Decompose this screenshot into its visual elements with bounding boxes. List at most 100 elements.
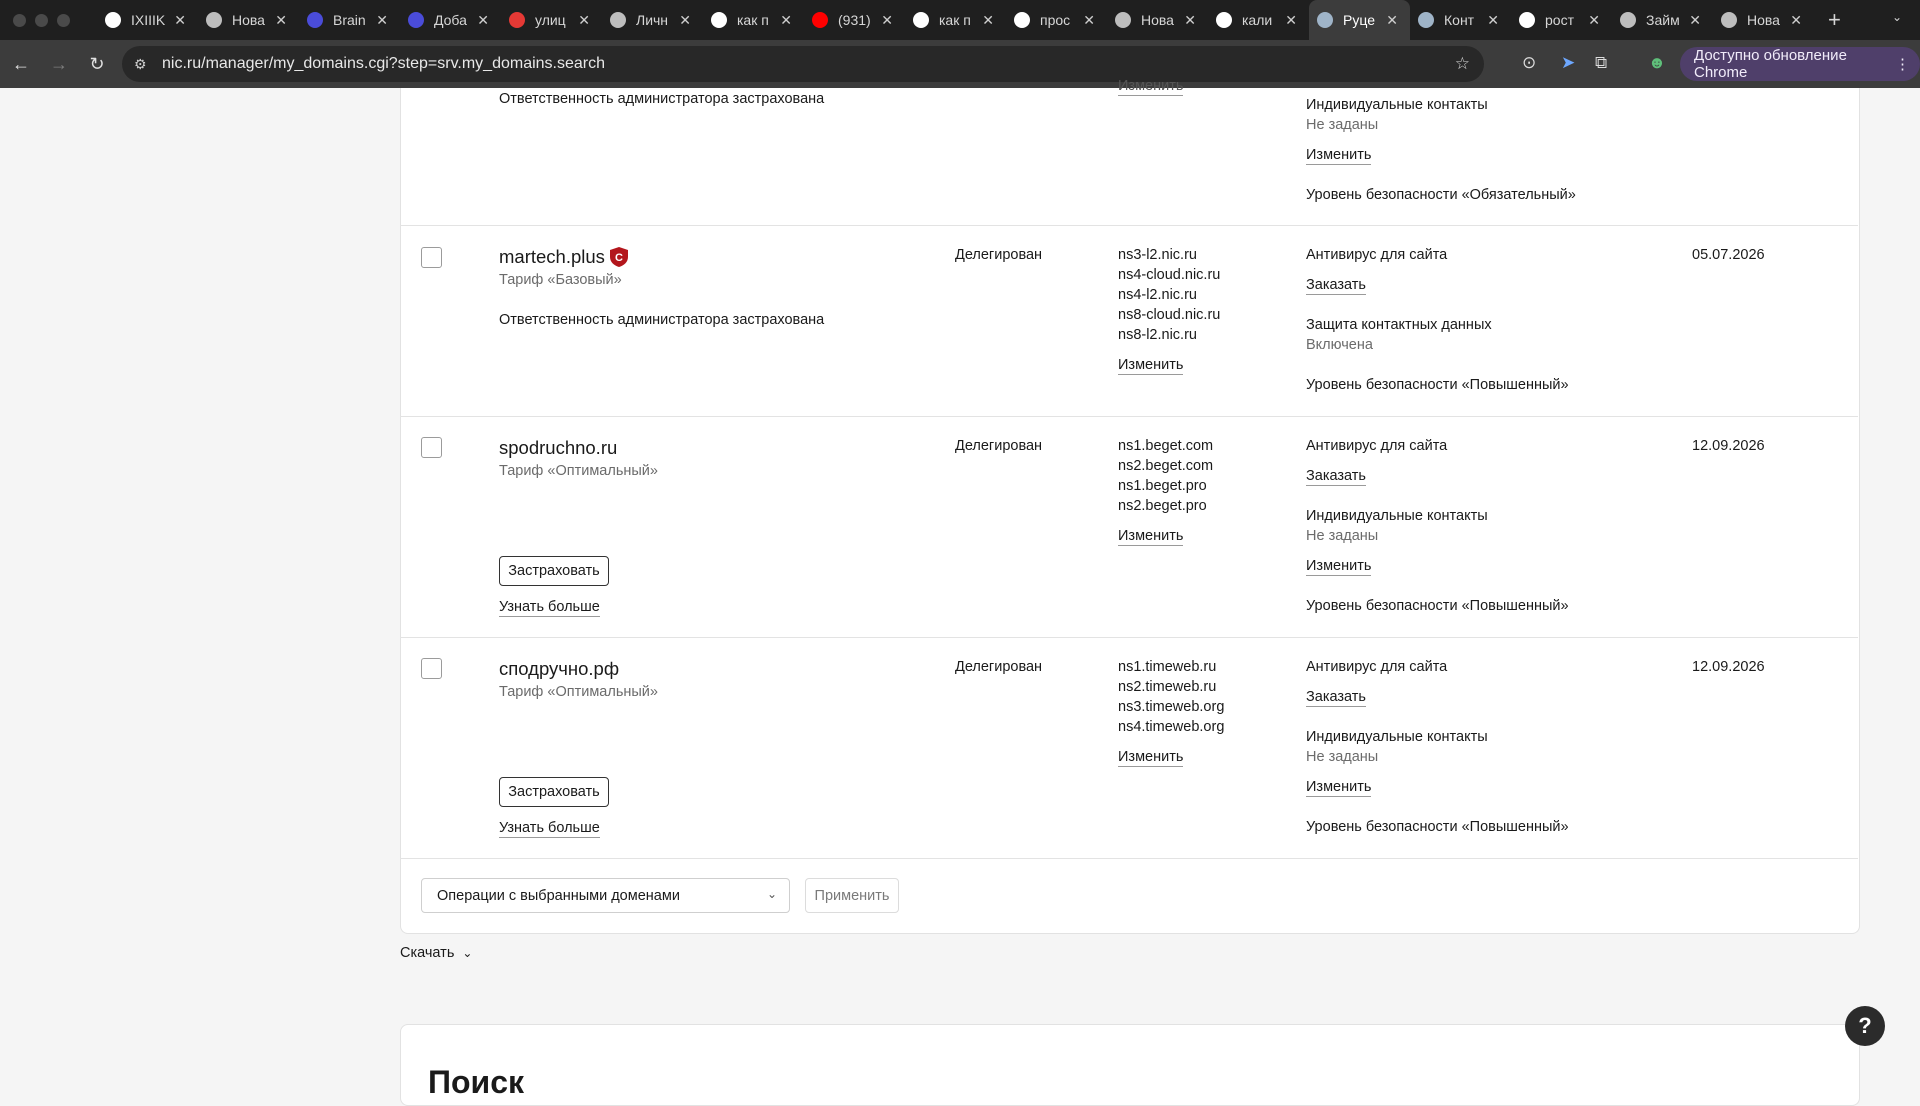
download-dropdown[interactable]: Скачать ⌄ bbox=[400, 945, 472, 961]
tab-title: Займ bbox=[1646, 12, 1680, 28]
contacts-change-link[interactable]: Изменить bbox=[1306, 558, 1372, 576]
close-tab-icon[interactable]: ✕ bbox=[1790, 12, 1802, 29]
browser-tab[interactable]: прос ✕ bbox=[1006, 0, 1107, 40]
row-divider bbox=[400, 858, 1858, 859]
learn-more-link[interactable]: Узнать больше bbox=[499, 599, 600, 617]
browser-tab[interactable]: Руце ✕ bbox=[1309, 0, 1410, 40]
browser-tab[interactable]: Нова ✕ bbox=[1107, 0, 1208, 40]
svg-text:C: C bbox=[615, 252, 623, 264]
apply-button[interactable]: Применить bbox=[805, 878, 899, 913]
domain-checkbox[interactable] bbox=[421, 437, 442, 458]
bulk-operations-select[interactable]: Операции с выбранными доменами ⌄ bbox=[421, 878, 790, 913]
cursor-extension-icon[interactable]: ➤ bbox=[1561, 53, 1575, 73]
tab-title: Нова bbox=[1141, 12, 1174, 28]
browser-tab[interactable]: Нова ✕ bbox=[198, 0, 299, 40]
browser-tab[interactable]: Доба ✕ bbox=[400, 0, 501, 40]
close-tab-icon[interactable]: ✕ bbox=[1386, 12, 1398, 29]
google-icon bbox=[1519, 12, 1535, 28]
close-tab-icon[interactable]: ✕ bbox=[1083, 12, 1095, 29]
minimize-window-button[interactable] bbox=[35, 13, 48, 27]
browser-tab[interactable]: как п ✕ bbox=[703, 0, 804, 40]
close-tab-icon[interactable]: ✕ bbox=[376, 12, 388, 29]
globe-icon bbox=[1620, 12, 1636, 28]
tab-strip: IXIIIK ✕ Нова ✕ Brain ✕ Доба ✕ улиц ✕ Личн ✕ как п ✕(… bbox=[0, 0, 1920, 40]
close-tab-icon[interactable]: ✕ bbox=[174, 12, 186, 29]
tab-search-chevron-icon[interactable]: ⌄ bbox=[1892, 10, 1902, 24]
contacts-label: Индивидуальные контакты bbox=[1306, 729, 1488, 745]
browser-tab[interactable]: Brain ✕ bbox=[299, 0, 400, 40]
domain-checkbox[interactable] bbox=[421, 247, 442, 268]
domain-checkbox[interactable] bbox=[421, 658, 442, 679]
maximize-window-button[interactable] bbox=[57, 13, 70, 27]
close-tab-icon[interactable]: ✕ bbox=[578, 12, 590, 29]
expiry-date: 05.07.2026 bbox=[1692, 247, 1765, 263]
browser-tab[interactable]: улиц ✕ bbox=[501, 0, 602, 40]
browser-tab[interactable]: Нова ✕ bbox=[1713, 0, 1814, 40]
domain-name[interactable]: martech.plus bbox=[499, 246, 605, 268]
close-tab-icon[interactable]: ✕ bbox=[1487, 12, 1499, 29]
ns-change-link[interactable]: Изменить bbox=[1118, 357, 1184, 375]
domain-name[interactable]: сподручно.рф bbox=[499, 658, 619, 680]
search-section-card bbox=[400, 1024, 1860, 1106]
chatgpt-icon bbox=[1115, 12, 1131, 28]
close-tab-icon[interactable]: ✕ bbox=[982, 12, 994, 29]
google-icon bbox=[1014, 12, 1030, 28]
browser-tab[interactable]: Личн ✕ bbox=[602, 0, 703, 40]
tab-title: как п bbox=[939, 12, 971, 28]
antivirus-order-link[interactable]: Заказать bbox=[1306, 689, 1366, 707]
url-text[interactable]: nic.ru/manager/my_domains.cgi?step=srv.m… bbox=[162, 55, 605, 73]
contacts-change-link[interactable]: Изменить bbox=[1306, 779, 1372, 797]
browser-tab[interactable]: (931) ✕ bbox=[804, 0, 905, 40]
brain-app-icon bbox=[408, 12, 424, 28]
google-icon bbox=[913, 12, 929, 28]
close-tab-icon[interactable]: ✕ bbox=[1184, 12, 1196, 29]
browser-tab[interactable]: IXIIIK ✕ bbox=[97, 0, 198, 40]
forward-button[interactable]: → bbox=[42, 47, 76, 81]
google-icon bbox=[1216, 12, 1232, 28]
download-label: Скачать bbox=[400, 945, 455, 961]
domain-name[interactable]: spodruchno.ru bbox=[499, 437, 617, 459]
tab-title: рост bbox=[1545, 12, 1574, 28]
antivirus-order-link[interactable]: Заказать bbox=[1306, 277, 1366, 295]
antivirus-order-link[interactable]: Заказать bbox=[1306, 468, 1366, 486]
close-tab-icon[interactable]: ✕ bbox=[1689, 12, 1701, 29]
ns-change-link[interactable]: Изменить bbox=[1118, 749, 1184, 767]
close-tab-icon[interactable]: ✕ bbox=[881, 12, 893, 29]
help-button[interactable]: ? bbox=[1845, 1006, 1885, 1046]
reload-button[interactable]: ↻ bbox=[80, 47, 114, 81]
back-button[interactable]: ← bbox=[4, 47, 38, 81]
ns-change-link-partial[interactable]: Изменить bbox=[1118, 78, 1184, 96]
close-tab-icon[interactable]: ✕ bbox=[275, 12, 287, 29]
close-tab-icon[interactable]: ✕ bbox=[1285, 12, 1297, 29]
ns-server: ns1.beget.com bbox=[1118, 438, 1214, 454]
extensions-puzzle-icon[interactable]: ⧉ bbox=[1595, 53, 1607, 73]
learn-more-link[interactable]: Узнать больше bbox=[499, 820, 600, 838]
browser-tab[interactable]: кали ✕ bbox=[1208, 0, 1309, 40]
search-section-heading: Поиск bbox=[428, 1064, 525, 1100]
site-info-icon[interactable]: ⚙ bbox=[134, 56, 152, 73]
close-tab-icon[interactable]: ✕ bbox=[780, 12, 792, 29]
insure-button[interactable]: Застраховать bbox=[499, 777, 609, 807]
contacts-change-link-partial[interactable]: Изменить bbox=[1306, 147, 1372, 165]
close-tab-icon[interactable]: ✕ bbox=[477, 12, 489, 29]
insure-button[interactable]: Застраховать bbox=[499, 556, 609, 586]
browser-tab[interactable]: рост ✕ bbox=[1511, 0, 1612, 40]
browser-tab[interactable]: Займ ✕ bbox=[1612, 0, 1713, 40]
ns-server: ns4-l2.nic.ru bbox=[1118, 287, 1197, 303]
incognito-icon[interactable]: ⊙ bbox=[1522, 53, 1536, 73]
ns-change-link[interactable]: Изменить bbox=[1118, 528, 1184, 546]
chrome-update-button[interactable]: Доступно обновление Chrome ⋮ bbox=[1680, 47, 1920, 81]
close-tab-icon[interactable]: ✕ bbox=[679, 12, 691, 29]
bookmark-star-icon[interactable]: ☆ bbox=[1455, 54, 1470, 74]
profile-avatar-icon[interactable]: ☻ bbox=[1648, 53, 1666, 73]
browser-tab[interactable]: Конт ✕ bbox=[1410, 0, 1511, 40]
browser-tab[interactable]: как п ✕ bbox=[905, 0, 1006, 40]
address-bar[interactable]: ⚙ nic.ru/manager/my_domains.cgi?step=srv… bbox=[122, 46, 1484, 82]
ns-server: ns3-l2.nic.ru bbox=[1118, 247, 1197, 263]
new-tab-button[interactable]: + bbox=[1828, 7, 1841, 33]
close-tab-icon[interactable]: ✕ bbox=[1588, 12, 1600, 29]
tab-title: как п bbox=[737, 12, 769, 28]
close-window-button[interactable] bbox=[13, 13, 26, 27]
ns-server: ns2.beget.com bbox=[1118, 458, 1214, 474]
domain-tariff: Тариф «Оптимальный» bbox=[499, 684, 658, 700]
